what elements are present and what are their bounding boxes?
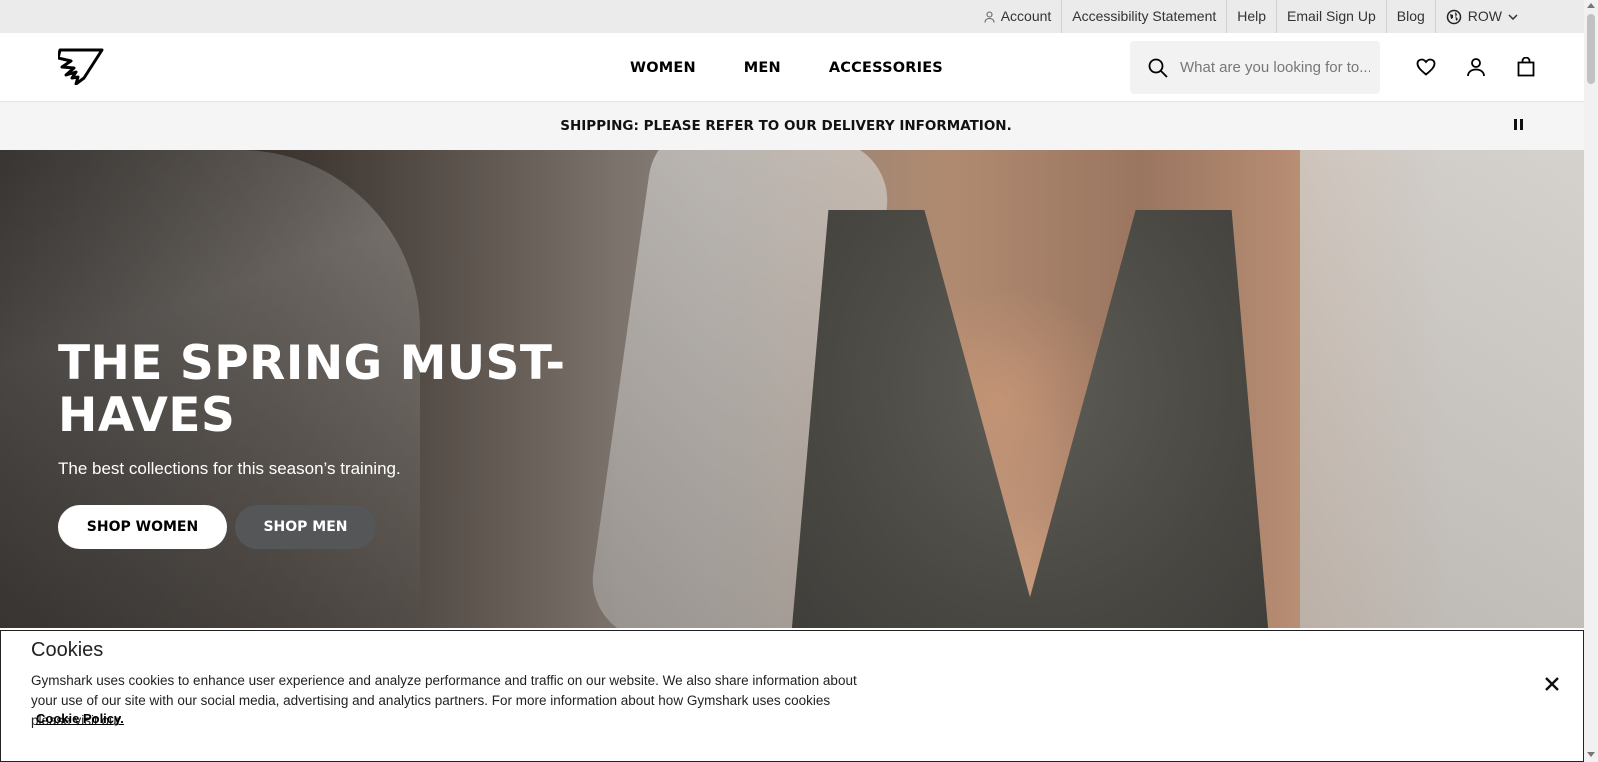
- utility-bar: Account Accessibility Statement Help Ema…: [0, 0, 1584, 33]
- utility-links: Account Accessibility Statement Help Ema…: [974, 0, 1528, 33]
- search-input[interactable]: [1180, 59, 1370, 76]
- region-label: ROW: [1467, 8, 1502, 24]
- email-sign-up-label: Email Sign Up: [1287, 8, 1376, 24]
- account-button[interactable]: [1464, 55, 1488, 79]
- search-box[interactable]: [1130, 41, 1380, 94]
- globe-icon: [1446, 9, 1462, 24]
- nav-accessories[interactable]: ACCESSORIES: [829, 60, 943, 76]
- scroll-thumb[interactable]: [1587, 14, 1595, 84]
- close-icon[interactable]: [1543, 675, 1561, 693]
- user-icon: [1467, 58, 1485, 77]
- wishlist-button[interactable]: [1414, 55, 1438, 79]
- page-scrollbar[interactable]: [1584, 0, 1598, 762]
- pause-icon[interactable]: [1514, 119, 1528, 133]
- hero-title: THE SPRING MUST-HAVES: [58, 336, 566, 443]
- blog-link[interactable]: Blog: [1387, 0, 1436, 33]
- bag-button[interactable]: [1514, 55, 1538, 79]
- hero-image-sleeve: [1300, 150, 1584, 628]
- nav-men[interactable]: MEN: [744, 60, 781, 76]
- nav-women[interactable]: WOMEN: [630, 60, 696, 76]
- cookie-text: Gymshark uses cookies to enhance user ex…: [31, 673, 857, 728]
- region-selector[interactable]: ROW: [1436, 0, 1528, 33]
- hero-subtitle: The best collections for this season’s t…: [58, 459, 401, 478]
- main-header: WOMEN MEN ACCESSORIES: [0, 33, 1584, 102]
- accessibility-statement-label: Accessibility Statement: [1072, 8, 1217, 24]
- scroll-down-arrow[interactable]: [1587, 752, 1595, 757]
- cookie-panel: Cookies Gymshark uses cookies to enhance…: [0, 630, 1584, 762]
- shop-men-button[interactable]: SHOP MEN: [235, 505, 376, 549]
- heart-icon: [1416, 58, 1436, 76]
- shipping-banner: SHIPPING: PLEASE REFER TO OUR DELIVERY I…: [0, 102, 1584, 150]
- email-sign-up-link[interactable]: Email Sign Up: [1277, 0, 1387, 33]
- bag-icon: [1517, 57, 1535, 77]
- gymshark-logo[interactable]: [58, 48, 104, 85]
- account-link[interactable]: Account: [974, 0, 1063, 33]
- scroll-up-arrow[interactable]: [1587, 3, 1595, 8]
- hero-image-top: [790, 210, 1270, 628]
- chevron-down-icon: [1508, 13, 1518, 20]
- help-label: Help: [1237, 8, 1267, 24]
- cookie-title: Cookies: [31, 639, 104, 661]
- hero-section: THE SPRING MUST-HAVES The best collectio…: [0, 150, 1584, 628]
- help-link[interactable]: Help: [1227, 0, 1278, 33]
- account-label: Account: [1000, 8, 1052, 24]
- account-icon: [984, 10, 995, 23]
- accessibility-statement-link[interactable]: Accessibility Statement: [1062, 0, 1228, 33]
- banner-text: SHIPPING: PLEASE REFER TO OUR DELIVERY I…: [560, 118, 1012, 134]
- shop-women-button[interactable]: SHOP WOMEN: [58, 505, 227, 549]
- cookie-policy-link[interactable]: Cookie Policy.: [36, 711, 124, 726]
- blog-label: Blog: [1396, 8, 1425, 24]
- search-icon[interactable]: [1148, 58, 1168, 78]
- main-nav: WOMEN MEN ACCESSORIES: [630, 33, 943, 102]
